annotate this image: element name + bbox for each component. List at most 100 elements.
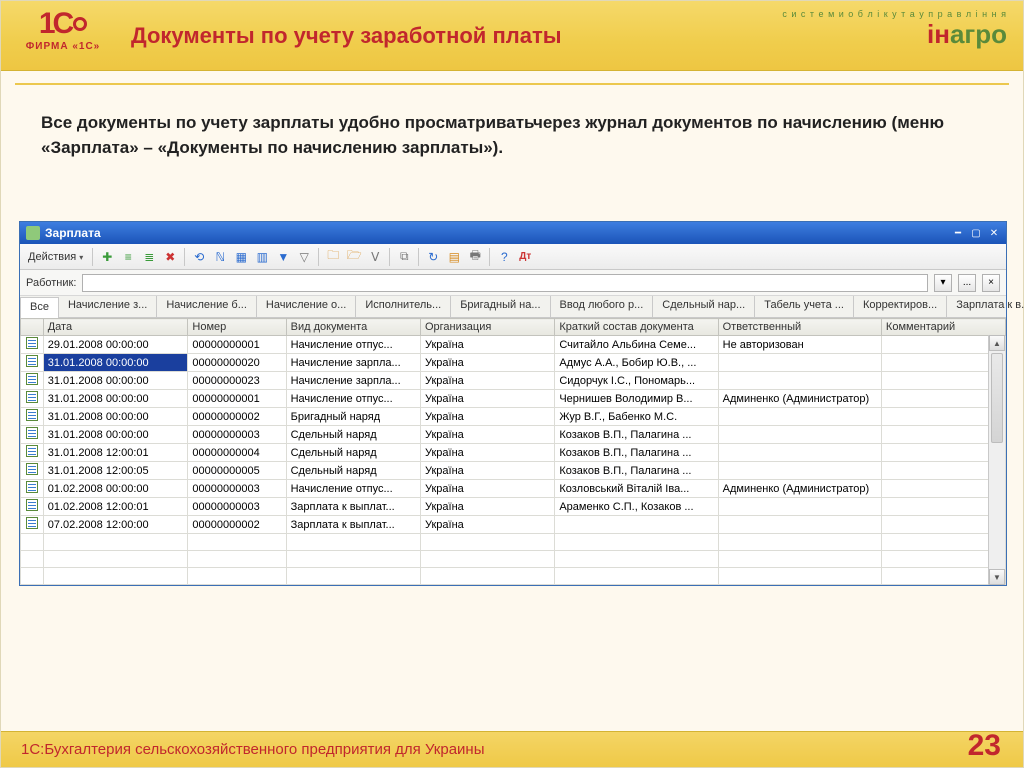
cell-org[interactable]: Україна: [420, 354, 554, 372]
tab-7[interactable]: Сдельный нар...: [653, 296, 755, 317]
filter-dropdown-button[interactable]: ▾: [934, 274, 952, 292]
cell-org[interactable]: Україна: [420, 444, 554, 462]
cell-num[interactable]: 00000000005: [188, 462, 286, 480]
document-icon[interactable]: [21, 354, 44, 372]
document-grid[interactable]: ДатаНомерВид документаОрганизацияКраткий…: [20, 318, 1006, 585]
folder2-icon[interactable]: 🗁: [345, 248, 363, 266]
cell-num[interactable]: 00000000020: [188, 354, 286, 372]
col-resp[interactable]: Ответственный: [718, 319, 881, 336]
col-org[interactable]: Организация: [420, 319, 554, 336]
cell-date[interactable]: 31.01.2008 00:00:00: [43, 354, 188, 372]
tab-6[interactable]: Ввод любого р...: [551, 296, 654, 317]
delete-icon[interactable]: ✖: [161, 248, 179, 266]
scroll-up-icon[interactable]: ▲: [989, 335, 1005, 351]
document-icon[interactable]: [21, 480, 44, 498]
document-icon[interactable]: [21, 426, 44, 444]
vertical-scrollbar[interactable]: ▲ ▼: [988, 335, 1005, 585]
cell-doc[interactable]: Начисление отпус...: [286, 390, 420, 408]
table-row[interactable]: 01.02.2008 12:00:0100000000003Зарплата к…: [21, 498, 1006, 516]
document-icon[interactable]: [21, 444, 44, 462]
table-row[interactable]: 01.02.2008 00:00:0000000000003Начисление…: [21, 480, 1006, 498]
titlebar[interactable]: Зарплата ━ ▢ ✕: [20, 222, 1006, 244]
col-date[interactable]: Дата: [43, 319, 188, 336]
cell-date[interactable]: 31.01.2008 00:00:00: [43, 372, 188, 390]
col-doc[interactable]: Вид документа: [286, 319, 420, 336]
cell-comment[interactable]: [881, 426, 1005, 444]
tab-5[interactable]: Бригадный на...: [451, 296, 550, 317]
document-icon[interactable]: [21, 336, 44, 354]
find-icon[interactable]: ℕ: [211, 248, 229, 266]
cell-num[interactable]: 00000000004: [188, 444, 286, 462]
cell-org[interactable]: Україна: [420, 408, 554, 426]
cell-num[interactable]: 00000000002: [188, 516, 286, 534]
cell-org[interactable]: Україна: [420, 372, 554, 390]
tab-0[interactable]: Все: [20, 297, 59, 318]
tab-4[interactable]: Исполнитель...: [356, 296, 451, 317]
folder1-icon[interactable]: 🗀: [324, 248, 342, 266]
table-row[interactable]: 07.02.2008 12:00:0000000000002Зарплата к…: [21, 516, 1006, 534]
cell-num[interactable]: 00000000001: [188, 390, 286, 408]
tab-10[interactable]: Зарплата к в...: [947, 296, 1024, 317]
cell-summary[interactable]: Адмус А.А., Бобир Ю.В., ...: [555, 354, 718, 372]
document-icon[interactable]: [21, 372, 44, 390]
document-icon[interactable]: [21, 408, 44, 426]
cell-num[interactable]: 00000000003: [188, 498, 286, 516]
table-row[interactable]: 31.01.2008 00:00:0000000000001Начисление…: [21, 390, 1006, 408]
cell-summary[interactable]: Араменко С.П., Козаков ...: [555, 498, 718, 516]
cell-date[interactable]: 29.01.2008 00:00:00: [43, 336, 188, 354]
table-row[interactable]: 31.01.2008 12:00:0100000000004Сдельный н…: [21, 444, 1006, 462]
report-icon[interactable]: ▤: [445, 248, 463, 266]
filter-more-button[interactable]: ...: [958, 274, 976, 292]
cell-org[interactable]: Україна: [420, 426, 554, 444]
cell-resp[interactable]: Не авторизован: [718, 336, 881, 354]
cell-doc[interactable]: Начисление зарпла...: [286, 354, 420, 372]
cell-summary[interactable]: Жур В.Г., Бабенко М.С.: [555, 408, 718, 426]
cell-doc[interactable]: Зарплата к выплат...: [286, 498, 420, 516]
tab-1[interactable]: Начисление з...: [59, 296, 157, 317]
copy-icon[interactable]: ⧉: [395, 248, 413, 266]
table-row[interactable]: 31.01.2008 12:00:0500000000005Сдельный н…: [21, 462, 1006, 480]
cell-org[interactable]: Україна: [420, 498, 554, 516]
cell-org[interactable]: Україна: [420, 480, 554, 498]
funnel-icon[interactable]: ▼: [274, 248, 292, 266]
filter-clear-button[interactable]: ×: [982, 274, 1000, 292]
cell-summary[interactable]: Козловський Віталій Іва...: [555, 480, 718, 498]
filter2-icon[interactable]: ▥: [253, 248, 271, 266]
cell-num[interactable]: 00000000023: [188, 372, 286, 390]
cell-summary[interactable]: Козаков В.П., Палагина ...: [555, 426, 718, 444]
document-icon[interactable]: [21, 516, 44, 534]
cell-date[interactable]: 07.02.2008 12:00:00: [43, 516, 188, 534]
cell-doc[interactable]: Начисление отпус...: [286, 336, 420, 354]
cell-org[interactable]: Україна: [420, 336, 554, 354]
funnel-clear-icon[interactable]: ▽: [295, 248, 313, 266]
cell-comment[interactable]: [881, 390, 1005, 408]
worker-filter-input[interactable]: [82, 274, 928, 292]
table-row[interactable]: 29.01.2008 00:00:0000000000001Начисление…: [21, 336, 1006, 354]
cell-num[interactable]: 00000000003: [188, 426, 286, 444]
actions-menu[interactable]: Действия ▾: [24, 251, 87, 263]
cell-date[interactable]: 01.02.2008 12:00:01: [43, 498, 188, 516]
cell-comment[interactable]: [881, 462, 1005, 480]
cell-summary[interactable]: Козаков В.П., Палагина ...: [555, 444, 718, 462]
cell-doc[interactable]: Сдельный наряд: [286, 462, 420, 480]
cell-resp[interactable]: [718, 426, 881, 444]
funnel2-icon[interactable]: Ⅴ: [366, 248, 384, 266]
cell-num[interactable]: 00000000001: [188, 336, 286, 354]
add-icon[interactable]: ✚: [98, 248, 116, 266]
table-row[interactable]: 31.01.2008 00:00:0000000000020Начисление…: [21, 354, 1006, 372]
cell-date[interactable]: 31.01.2008 00:00:00: [43, 408, 188, 426]
cell-num[interactable]: 00000000002: [188, 408, 286, 426]
refresh-icon[interactable]: ↻: [424, 248, 442, 266]
tab-2[interactable]: Начисление б...: [157, 296, 257, 317]
cell-date[interactable]: 31.01.2008 12:00:01: [43, 444, 188, 462]
cell-summary[interactable]: Считайло Альбина Семе...: [555, 336, 718, 354]
cell-org[interactable]: Україна: [420, 390, 554, 408]
minimize-button[interactable]: ━: [950, 226, 966, 240]
scroll-down-icon[interactable]: ▼: [989, 569, 1005, 585]
col-num[interactable]: Номер: [188, 319, 286, 336]
tab-3[interactable]: Начисление о...: [257, 296, 356, 317]
cell-comment[interactable]: [881, 480, 1005, 498]
scroll-thumb[interactable]: [991, 353, 1003, 443]
document-icon[interactable]: [21, 390, 44, 408]
col-icon[interactable]: [21, 319, 44, 336]
